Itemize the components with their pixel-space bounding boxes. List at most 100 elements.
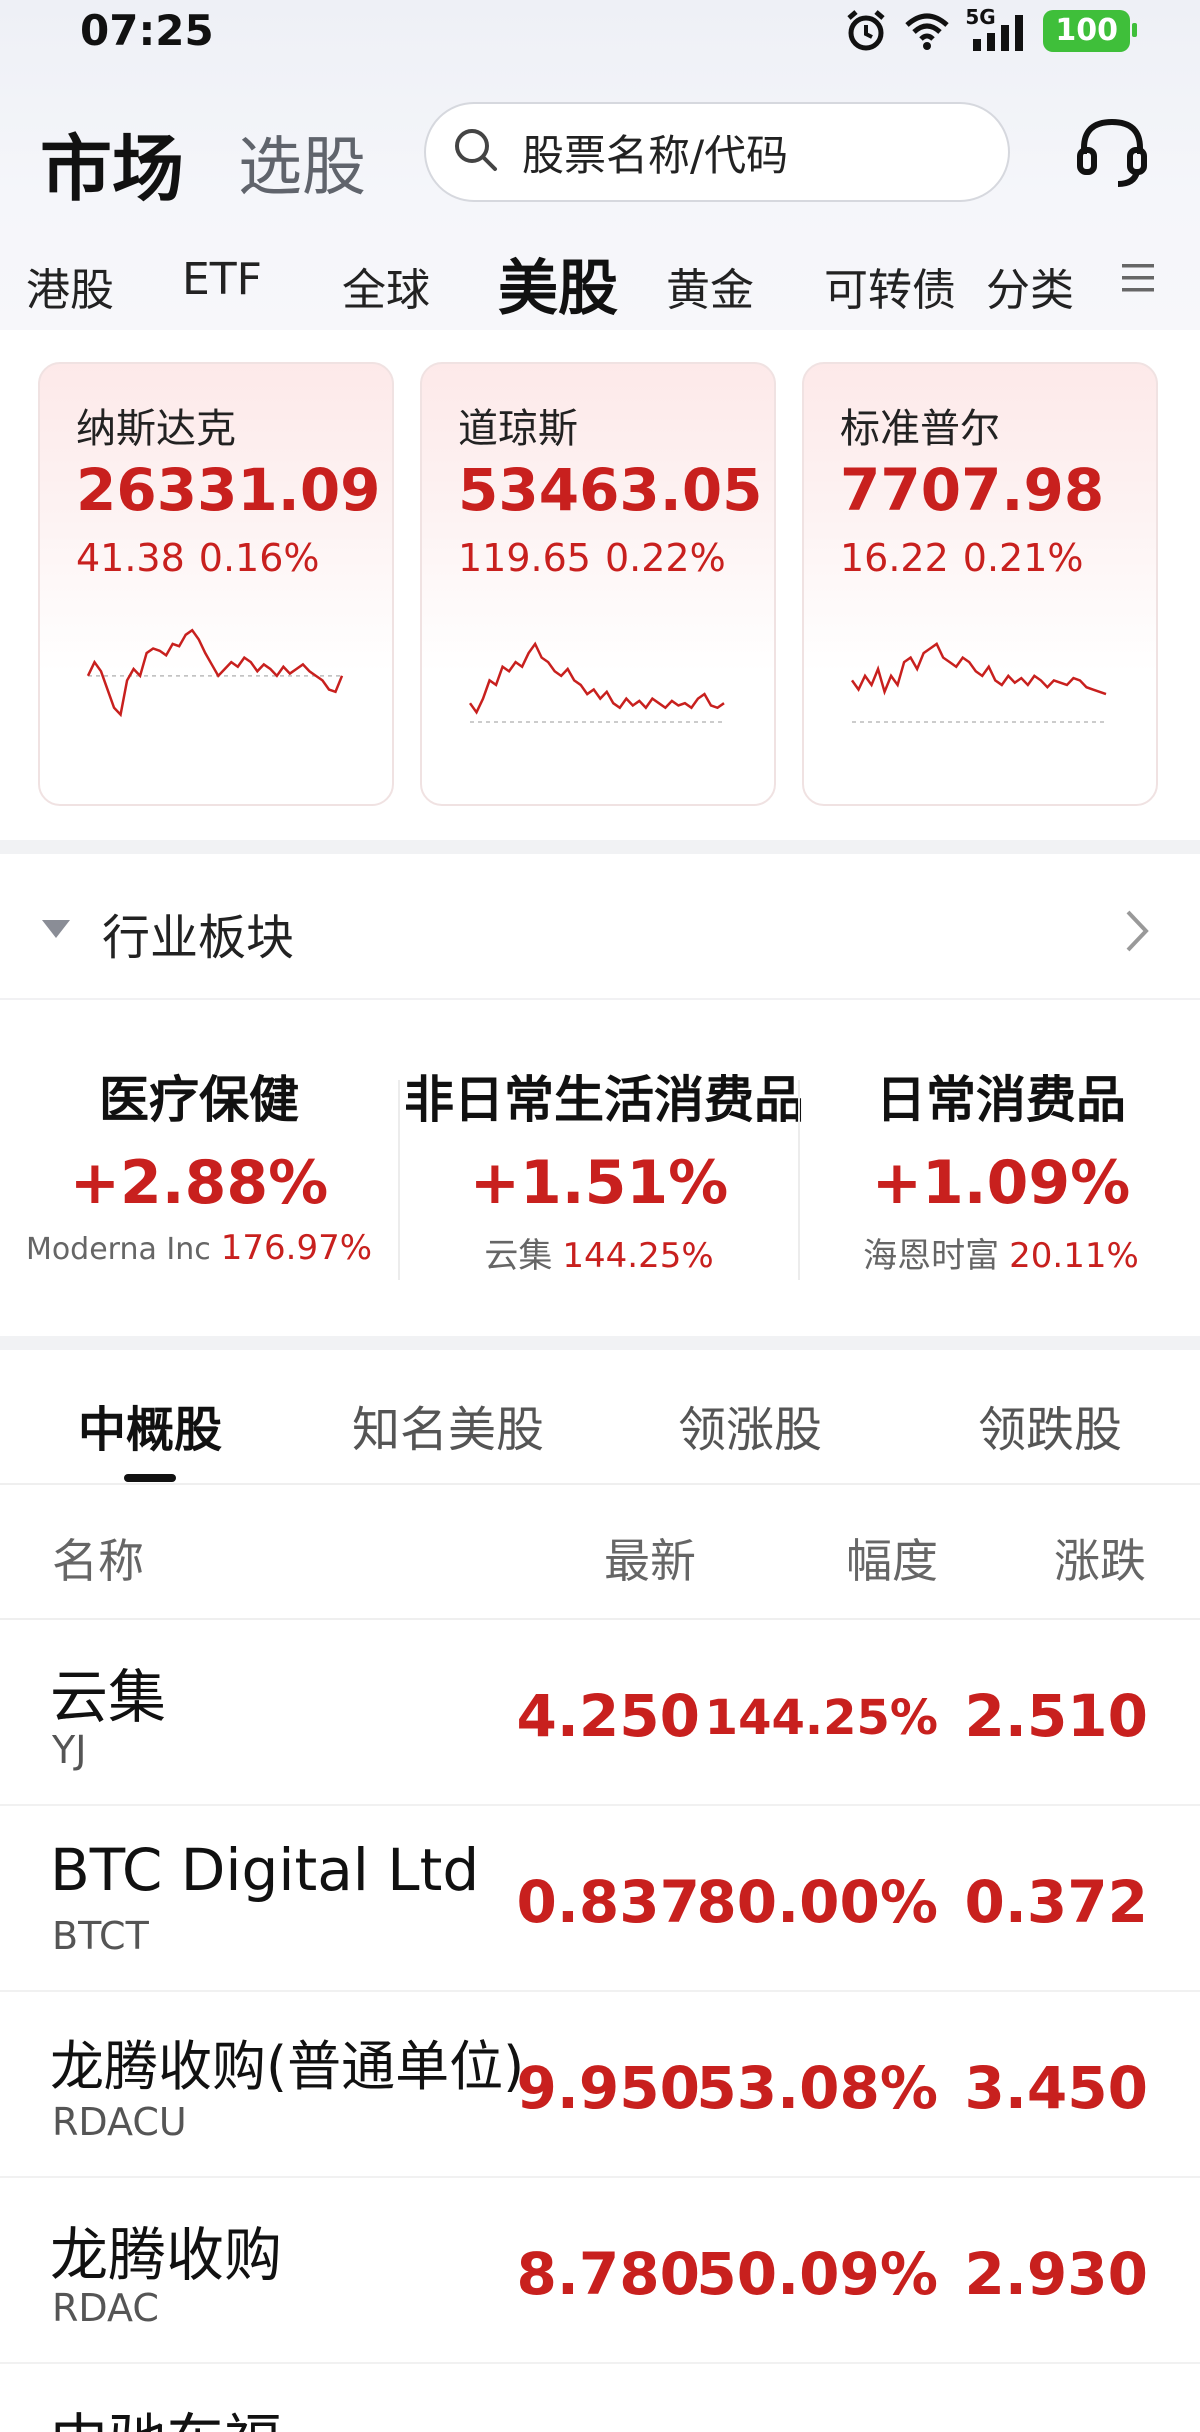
index-price: 53463.05 bbox=[458, 456, 763, 524]
stock-latest: 8.780 bbox=[516, 2240, 700, 2308]
index-name: 道琼斯 bbox=[458, 406, 578, 452]
collapse-triangle-icon[interactable] bbox=[40, 918, 72, 946]
tab-china-concept[interactable]: 中概股 bbox=[78, 1390, 222, 1460]
sector-item[interactable]: 医疗保健 +2.88% Moderna Inc 176.97% bbox=[4, 1060, 394, 1268]
sparkline-series bbox=[468, 641, 725, 715]
sector-name: 日常消费品 bbox=[876, 1071, 1126, 1129]
stock-name: 龙腾收购(普通单位) bbox=[50, 2035, 525, 2098]
table-header: 名称 最新 幅度 涨跌 bbox=[0, 1485, 1200, 1620]
index-change: 41.38 bbox=[76, 536, 185, 580]
index-card-nasdaq[interactable]: 纳斯达克 26331.09 41.38 0.16% bbox=[38, 362, 394, 806]
stock-screener-tab[interactable]: 选股 bbox=[238, 116, 366, 208]
divider bbox=[798, 1080, 800, 1280]
sector-section-header[interactable]: 行业板块 bbox=[0, 854, 1200, 1000]
stock-change: 0.372 bbox=[964, 1868, 1148, 1936]
menu-icon[interactable] bbox=[1120, 260, 1156, 300]
tab-global[interactable]: 全球 bbox=[342, 254, 430, 318]
search-bar[interactable]: 股票名称/代码 bbox=[424, 102, 1010, 202]
market-tabs: 港股 ETF 全球 美股 黄金 可转债 分类 bbox=[0, 240, 1200, 324]
tab-category[interactable]: 分类 bbox=[986, 254, 1074, 318]
stock-code: RDACU bbox=[52, 2100, 187, 2144]
page-title[interactable]: 市场 bbox=[40, 110, 184, 215]
sector-name: 医疗保健 bbox=[99, 1071, 299, 1129]
index-sparkline bbox=[850, 642, 1107, 723]
stock-change: 2.510 bbox=[964, 1682, 1148, 1750]
stock-name: BTC Digital Ltd bbox=[50, 1836, 480, 1904]
stock-name: 云集 bbox=[50, 1663, 167, 1731]
section-divider bbox=[0, 1336, 1200, 1350]
leader-name: 海恩时富 bbox=[863, 1236, 1000, 1276]
tab-top-losers[interactable]: 领跌股 bbox=[978, 1390, 1122, 1460]
sector-item[interactable]: 日常消费品 +1.09% 海恩时富 20.11% bbox=[806, 1060, 1196, 1277]
alarm-icon bbox=[843, 8, 889, 54]
index-percent: 0.16% bbox=[198, 536, 320, 580]
sector-item[interactable]: 非日常生活消费品 +1.51% 云集 144.25% bbox=[404, 1060, 804, 1277]
table-row[interactable]: 龙腾收购(普通单位) RDACU 9.950 53.08% 3.450 bbox=[0, 1992, 1200, 2178]
table-row[interactable]: BTC Digital Ltd BTCT 0.837 80.00% 0.372 bbox=[0, 1806, 1200, 1992]
index-percent: 0.22% bbox=[604, 536, 726, 580]
index-name: 纳斯达克 bbox=[76, 406, 236, 452]
sector-section-title: 行业板块 bbox=[102, 910, 295, 966]
leader-percent: 176.97% bbox=[220, 1228, 373, 1268]
section-divider bbox=[0, 840, 1200, 854]
stock-range: 80.00% bbox=[696, 1868, 938, 1936]
stock-range: 144.25% bbox=[704, 1690, 938, 1746]
leader-percent: 20.11% bbox=[1009, 1236, 1139, 1276]
index-name: 标准普尔 bbox=[840, 406, 1000, 452]
wifi-icon bbox=[903, 11, 951, 51]
stock-name: 龙腾收购 bbox=[50, 2221, 283, 2289]
leader-percent: 144.25% bbox=[562, 1236, 714, 1276]
table-row[interactable]: 中驰车福 bbox=[0, 2364, 1200, 2432]
tab-top-gainers[interactable]: 领涨股 bbox=[678, 1390, 822, 1460]
active-tab-indicator bbox=[124, 1474, 176, 1482]
stock-range: 53.08% bbox=[696, 2054, 938, 2122]
column-name[interactable]: 名称 bbox=[52, 1525, 144, 1591]
sector-percent: +1.51% bbox=[469, 1148, 729, 1218]
stock-change: 3.450 bbox=[964, 2054, 1148, 2122]
status-icons: 5G 100 bbox=[843, 5, 1137, 54]
index-change: 119.65 bbox=[458, 536, 591, 580]
signal-5g-icon: 5G bbox=[965, 5, 1029, 53]
stock-table: 云集 YJ 4.250 144.25% 2.510 BTC Digital Lt… bbox=[0, 1620, 1200, 2432]
sector-list: 医疗保健 +2.88% Moderna Inc 176.97% 非日常生活消费品 … bbox=[0, 1060, 1200, 1300]
stock-code: RDAC bbox=[52, 2286, 159, 2330]
status-bar: 07:25 5G 100 bbox=[0, 0, 1200, 70]
leader-name: Moderna Inc bbox=[25, 1232, 211, 1267]
tab-us[interactable]: 美股 bbox=[498, 240, 618, 327]
tab-convertible-bond[interactable]: 可转债 bbox=[824, 254, 954, 318]
sector-percent: +1.09% bbox=[871, 1148, 1131, 1218]
search-placeholder: 股票名称/代码 bbox=[522, 130, 789, 180]
tab-gold[interactable]: 黄金 bbox=[666, 254, 754, 318]
index-sparkline bbox=[86, 628, 344, 718]
chevron-right-icon[interactable] bbox=[1122, 906, 1152, 960]
sector-leader: 海恩时富 20.11% bbox=[806, 1228, 1196, 1277]
customer-service-icon[interactable] bbox=[1072, 112, 1152, 196]
column-range[interactable]: 幅度 bbox=[846, 1525, 938, 1591]
sector-leader: Moderna Inc 176.97% bbox=[4, 1228, 394, 1268]
sector-percent: +2.88% bbox=[69, 1148, 329, 1218]
tab-famous-us[interactable]: 知名美股 bbox=[352, 1390, 544, 1460]
stock-range: 50.09% bbox=[696, 2240, 938, 2308]
table-row[interactable]: 云集 YJ 4.250 144.25% 2.510 bbox=[0, 1620, 1200, 1806]
index-price: 26331.09 bbox=[76, 456, 381, 524]
sector-name: 非日常生活消费品 bbox=[404, 1071, 804, 1129]
stock-name: 中驰车福 bbox=[50, 2394, 282, 2432]
divider bbox=[398, 1080, 400, 1280]
column-change[interactable]: 涨跌 bbox=[1054, 1525, 1146, 1591]
index-card-sp500[interactable]: 标准普尔 7707.98 16.22 0.21% bbox=[802, 362, 1158, 806]
stock-code: BTCT bbox=[52, 1914, 149, 1958]
column-latest[interactable]: 最新 bbox=[604, 1525, 696, 1591]
search-icon bbox=[452, 126, 500, 178]
leader-name: 云集 bbox=[484, 1236, 553, 1276]
tab-etf[interactable]: ETF bbox=[182, 254, 262, 305]
stock-list-tabs: 中概股 知名美股 领涨股 领跌股 bbox=[0, 1350, 1200, 1485]
sparkline-series bbox=[86, 628, 344, 718]
stock-latest: 0.837 bbox=[516, 1868, 700, 1936]
status-time: 07:25 bbox=[80, 6, 214, 55]
sparkline-series bbox=[850, 642, 1107, 696]
stock-code: YJ bbox=[52, 1728, 87, 1772]
table-row[interactable]: 龙腾收购 RDAC 8.780 50.09% 2.930 bbox=[0, 2178, 1200, 2364]
index-card-dow[interactable]: 道琼斯 53463.05 119.65 0.22% bbox=[420, 362, 776, 806]
tab-hk[interactable]: 港股 bbox=[26, 254, 114, 318]
index-sparkline bbox=[468, 641, 725, 723]
